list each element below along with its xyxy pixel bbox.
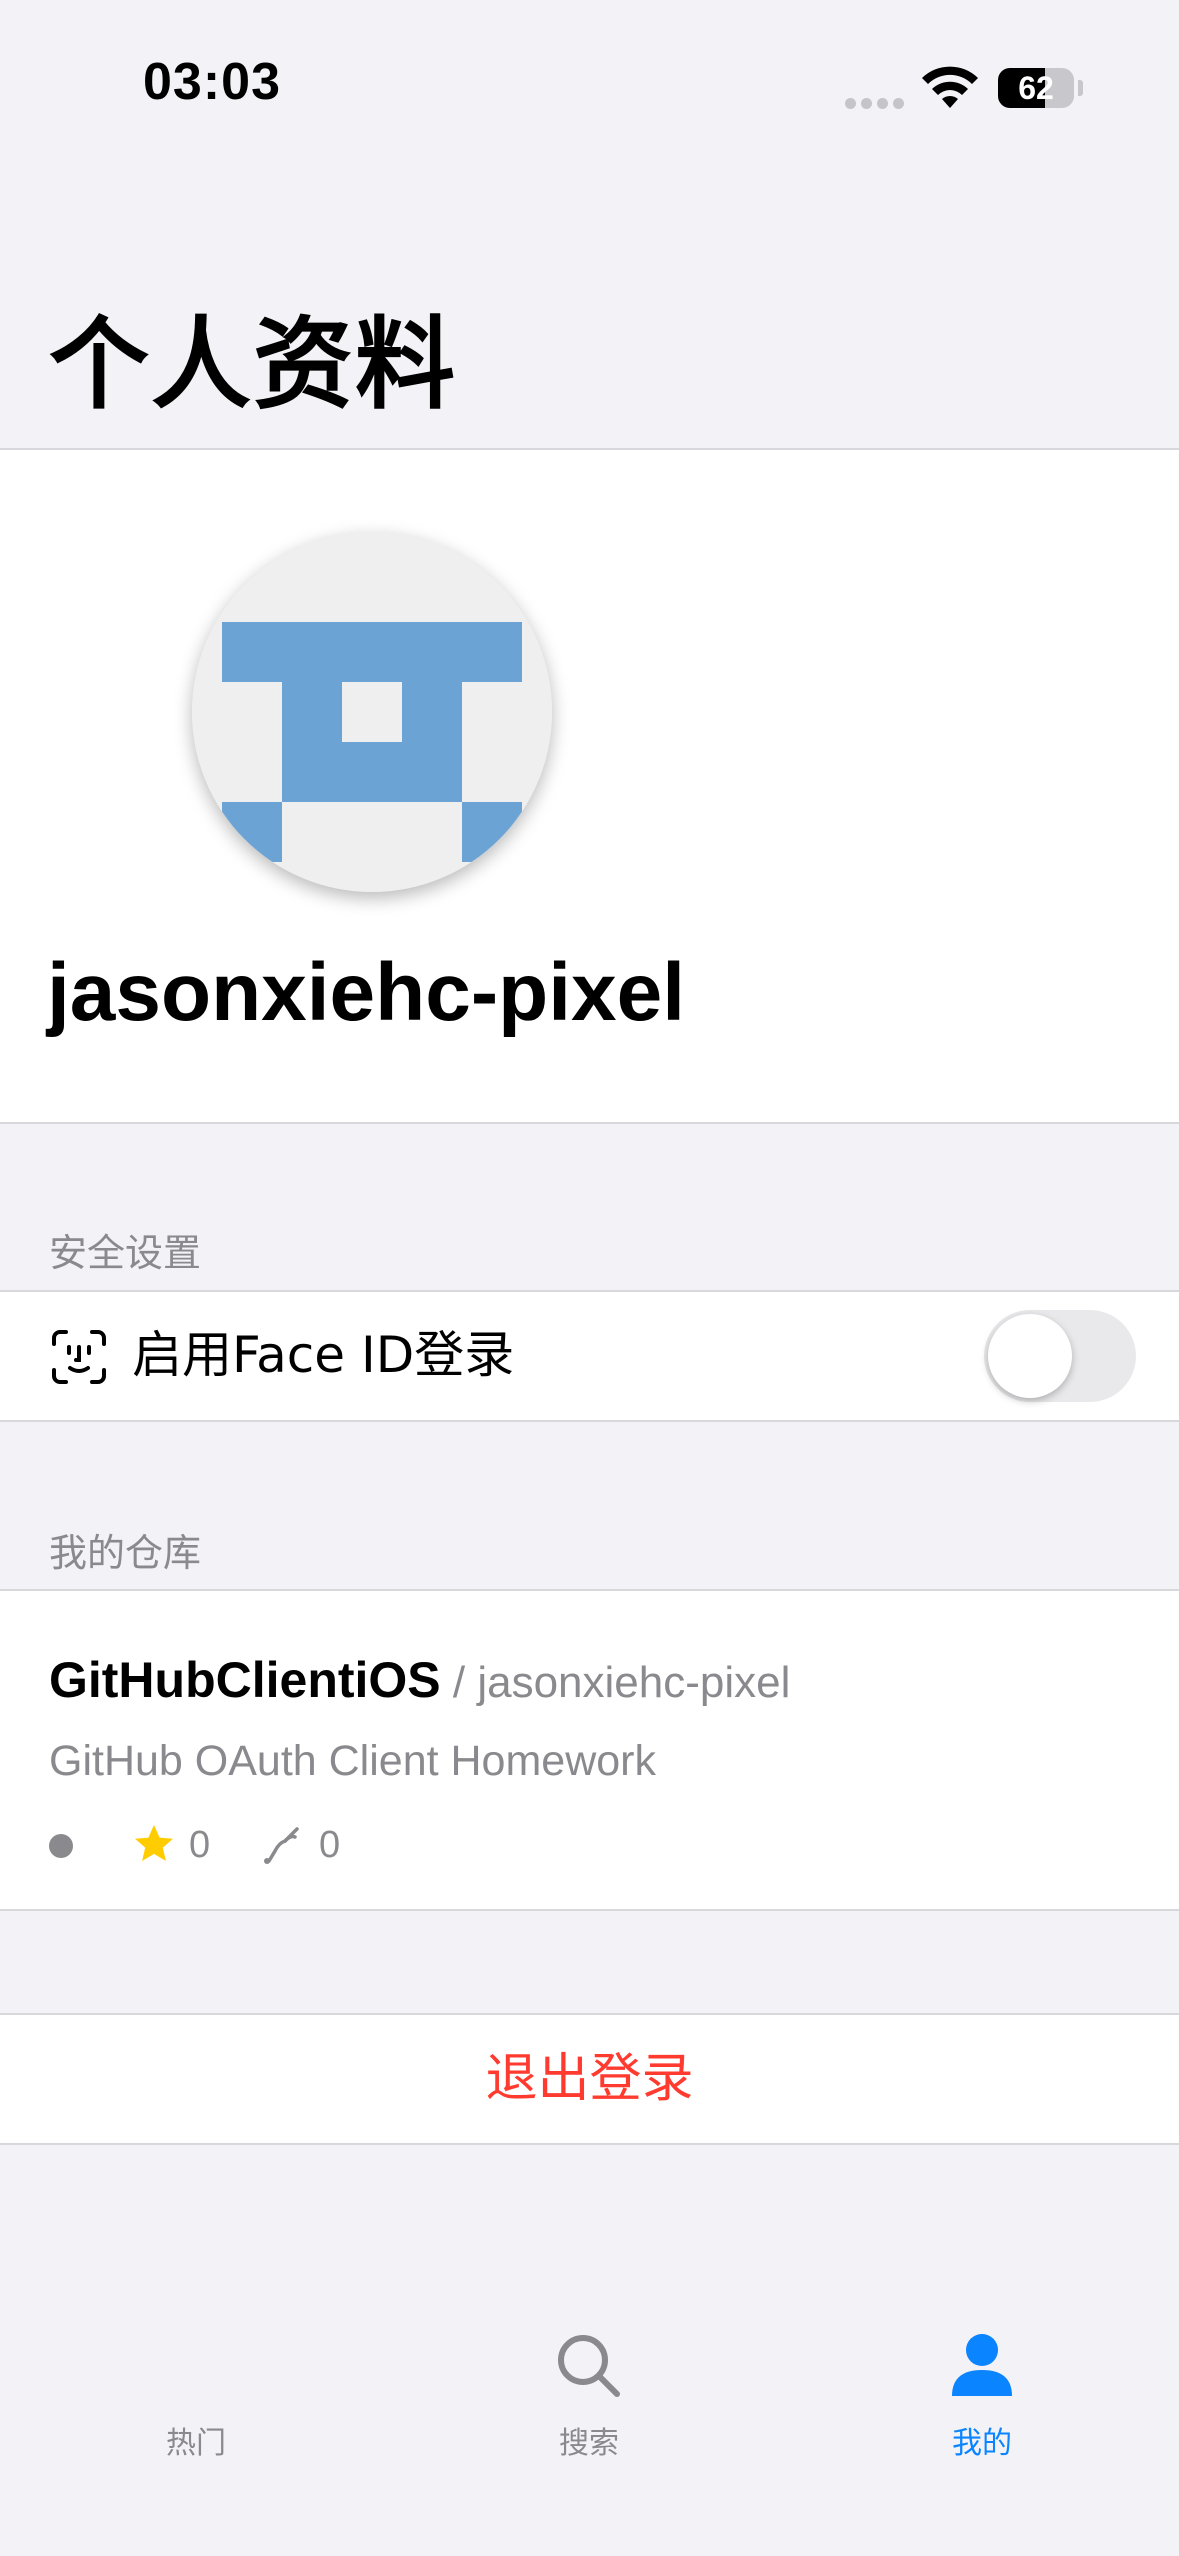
identicon-image [192,532,552,892]
star-icon [135,1825,173,1861]
faceid-label: 启用Face ID登录 [132,1326,515,1384]
battery-level-text: 62 [1018,70,1054,106]
avatar[interactable] [192,532,552,892]
security-section-header: 安全设置 [49,1231,202,1275]
page-title: 个人资料 [49,306,457,423]
repo-stats: 0 0 [49,1811,649,1871]
repo-list-item[interactable]: GitHubClientiOS / jasonxiehc-pixel GitHu… [0,1589,1179,1911]
repo-separator: / [440,1658,478,1707]
repo-title: GitHubClientiOS / jasonxiehc-pixel [49,1645,790,1728]
repo-owner: jasonxiehc-pixel [477,1658,791,1707]
star-count: 0 [189,1824,211,1866]
tab-mine[interactable]: 我的 [882,2330,1082,2480]
repo-description: GitHub OAuth Client Homework [49,1737,656,1785]
logout-button[interactable]: 退出登录 [0,2015,1179,2143]
tab-search[interactable]: 搜索 [489,2330,689,2480]
repo-name: GitHubClientiOS [49,1652,441,1708]
logout-row: 退出登录 [0,2013,1179,2145]
fork-count: 0 [319,1824,341,1866]
status-time: 03:03 [143,53,281,111]
faceid-row: 启用Face ID登录 [0,1290,1179,1422]
tab-mine-label: 我的 [952,2426,1012,2461]
person-icon [952,2334,1012,2396]
search-icon [558,2335,620,2397]
fork-icon [264,1827,299,1864]
tab-hot-label: 热门 [166,2426,226,2461]
status-bar: 03:03 62 [0,0,1179,170]
tab-search-label: 搜索 [559,2426,619,2461]
language-dot-icon [49,1834,73,1858]
cellular-signal-icon [845,96,909,114]
repos-section-header: 我的仓库 [49,1531,202,1575]
wifi-icon [922,66,978,108]
tab-bar: 热门 搜索 我的 [0,2290,1179,2556]
faceid-icon [52,1330,106,1384]
toggle-knob [988,1314,1072,1398]
username: jasonxiehc-pixel [47,947,686,1038]
tab-hot[interactable]: 热门 [96,2330,296,2480]
faceid-toggle[interactable] [984,1310,1136,1402]
profile-card: jasonxiehc-pixel [0,448,1179,1124]
battery-tip [1078,80,1083,96]
battery-icon: 62 [998,68,1074,108]
